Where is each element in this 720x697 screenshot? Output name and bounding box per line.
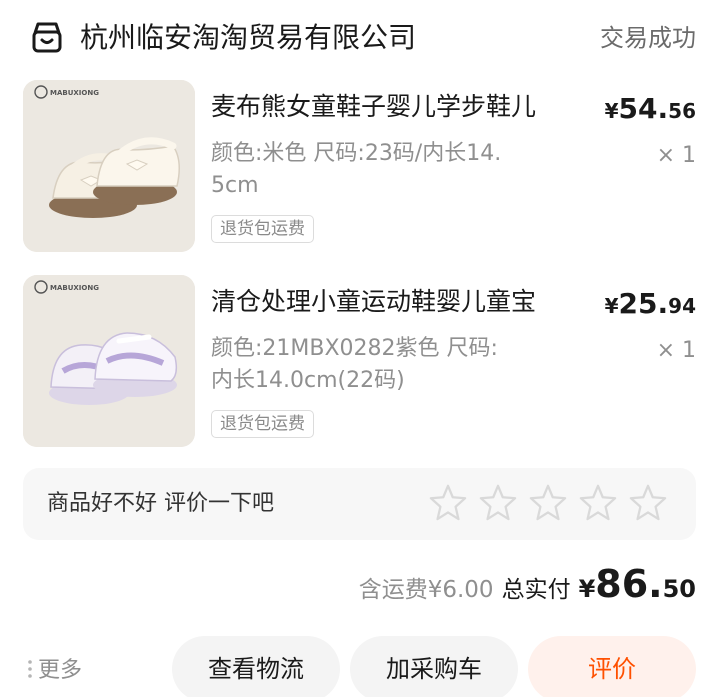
return-shipping-tag: 退货包运费 [211, 410, 314, 438]
more-label: 更多 [38, 658, 83, 683]
product-price: ¥54.56 [605, 92, 696, 125]
return-shipping-tag: 退货包运费 [211, 215, 314, 243]
total-label: 总实付 [501, 577, 571, 603]
star-outline-icon[interactable] [629, 483, 667, 521]
shop-name[interactable]: 杭州临安淘淘贸易有限公司 [80, 20, 416, 56]
order-item[interactable]: MABUXIONG 麦布熊女童鞋子婴儿学步鞋儿 颜色:米色 尺码:23码/内长1… [0, 80, 720, 255]
order-total: 含运费¥6.00 总实付 ¥86.50 [359, 562, 696, 610]
total-decimal: 50 [662, 575, 696, 603]
product-quantity: × 1 [656, 338, 696, 363]
product-thumbnail[interactable]: MABUXIONG [23, 80, 195, 252]
order-item[interactable]: MABUXIONG 清仓处理小童运动鞋婴儿童宝 颜色:21MBX0282紫色 尺… [0, 275, 720, 450]
product-spec: 颜色:米色 尺码:23码/内长14.5cm [211, 141, 502, 198]
add-to-cart-button[interactable]: 加采购车 [350, 636, 518, 697]
currency-symbol: ¥ [604, 294, 619, 318]
brand-logo: MABUXIONG [50, 89, 99, 97]
price-decimal: 94 [668, 294, 696, 318]
more-button[interactable]: 更多 [28, 656, 82, 686]
shop-icon[interactable] [30, 20, 64, 54]
currency-symbol: ¥ [604, 99, 619, 123]
price-integer: 25. [618, 287, 669, 320]
star-outline-icon[interactable] [479, 483, 517, 521]
product-thumbnail[interactable]: MABUXIONG [23, 275, 195, 447]
brand-logo: MABUXIONG [50, 284, 99, 292]
order-status: 交易成功 [600, 24, 696, 52]
shoe-image: MABUXIONG [23, 275, 195, 447]
product-title[interactable]: 麦布熊女童鞋子婴儿学步鞋儿 [211, 90, 571, 124]
star-outline-icon[interactable] [579, 483, 617, 521]
product-title[interactable]: 清仓处理小童运动鞋婴儿童宝 [211, 285, 571, 319]
shoe-image: MABUXIONG [23, 80, 195, 252]
currency-symbol: ¥ [578, 575, 596, 603]
price-integer: 54. [618, 92, 669, 125]
product-spec: 颜色:21MBX0282紫色 尺码:内长14.0cm(22码) [211, 336, 498, 393]
action-bar: 更多 查看物流 加采购车 评价 [0, 632, 720, 697]
review-prompt: 商品好不好 评价一下吧 [47, 491, 274, 516]
total-amount: ¥86.50 [579, 562, 696, 606]
star-outline-icon[interactable] [529, 483, 567, 521]
star-rating[interactable] [429, 483, 667, 523]
price-decimal: 56 [668, 99, 696, 123]
total-integer: 86. [595, 562, 663, 606]
order-header: 杭州临安淘淘贸易有限公司 交易成功 [0, 0, 720, 76]
star-outline-icon[interactable] [429, 483, 467, 521]
product-price: ¥25.94 [605, 287, 696, 320]
more-dots-icon [28, 660, 32, 678]
shipping-note: 含运费¥6.00 [358, 577, 494, 603]
review-button[interactable]: 评价 [528, 636, 696, 697]
product-quantity: × 1 [656, 143, 696, 168]
review-card: 商品好不好 评价一下吧 [23, 468, 696, 540]
view-logistics-button[interactable]: 查看物流 [172, 636, 340, 697]
